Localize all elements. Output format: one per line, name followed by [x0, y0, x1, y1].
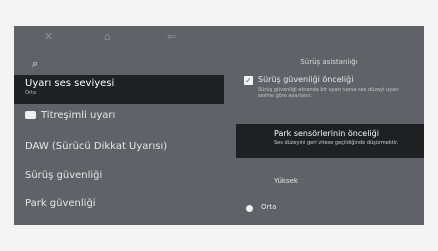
top-icon-bar: ✕ ⌂ ⇐	[14, 26, 224, 50]
item-title: Park sensörlerinin önceliği	[274, 129, 379, 138]
home-icon[interactable]: ⌂	[104, 30, 111, 44]
vibration-icon	[25, 111, 36, 119]
menu-item-driving-safety[interactable]: Sürüş güvenliği	[14, 170, 224, 182]
settings-panel: Sürüş asistanlığı ✓ Sürüş güvenliği önce…	[234, 26, 424, 225]
item-description: Sürüş güvenliği ekranda bir uyarı varsa …	[258, 87, 399, 99]
menu-item-daw[interactable]: DAW (Sürücü Dikkat Uyarısı)	[14, 141, 224, 153]
menu-item-warning-volume[interactable]: Uyarı ses seviyesi Orta	[14, 75, 224, 104]
menu-item-label: Uyarı ses seviyesi	[25, 78, 115, 89]
checkbox-checked-icon[interactable]: ✓	[244, 76, 253, 85]
menu-item-label: Park güvenliği	[25, 198, 96, 209]
radio-selected-icon[interactable]	[246, 205, 253, 212]
menu-item-label: Titreşimli uyarı	[41, 110, 116, 121]
search-icon[interactable]: ⌕	[32, 57, 38, 71]
item-description: Ses düzeyini geri vitese geçildiğinde dü…	[274, 140, 399, 146]
menu-item-parking-safety[interactable]: Park güvenliği	[14, 198, 224, 210]
option-label: Yüksek	[274, 177, 298, 185]
option-label: Orta	[261, 203, 277, 211]
parking-sensors-priority-item[interactable]: Park sensörlerinin önceliği Ses düzeyini…	[236, 124, 424, 158]
item-title: Sürüş güvenliği önceliği	[258, 75, 354, 84]
infotainment-screen: ✕ ⌂ ⇐ ⌕ Uyarı ses seviyesi Orta Titreşim…	[14, 26, 424, 225]
close-icon[interactable]: ✕	[44, 30, 53, 44]
menu-item-sub: Orta	[25, 90, 37, 96]
back-icon[interactable]: ⇐	[167, 30, 176, 44]
menu-item-label: Sürüş güvenliği	[25, 170, 103, 181]
menu-item-label: DAW (Sürücü Dikkat Uyarısı)	[25, 141, 168, 152]
panel-title: Sürüş asistanlığı	[300, 58, 358, 66]
menu-item-vibration-warning[interactable]: Titreşimli uyarı	[14, 110, 224, 122]
